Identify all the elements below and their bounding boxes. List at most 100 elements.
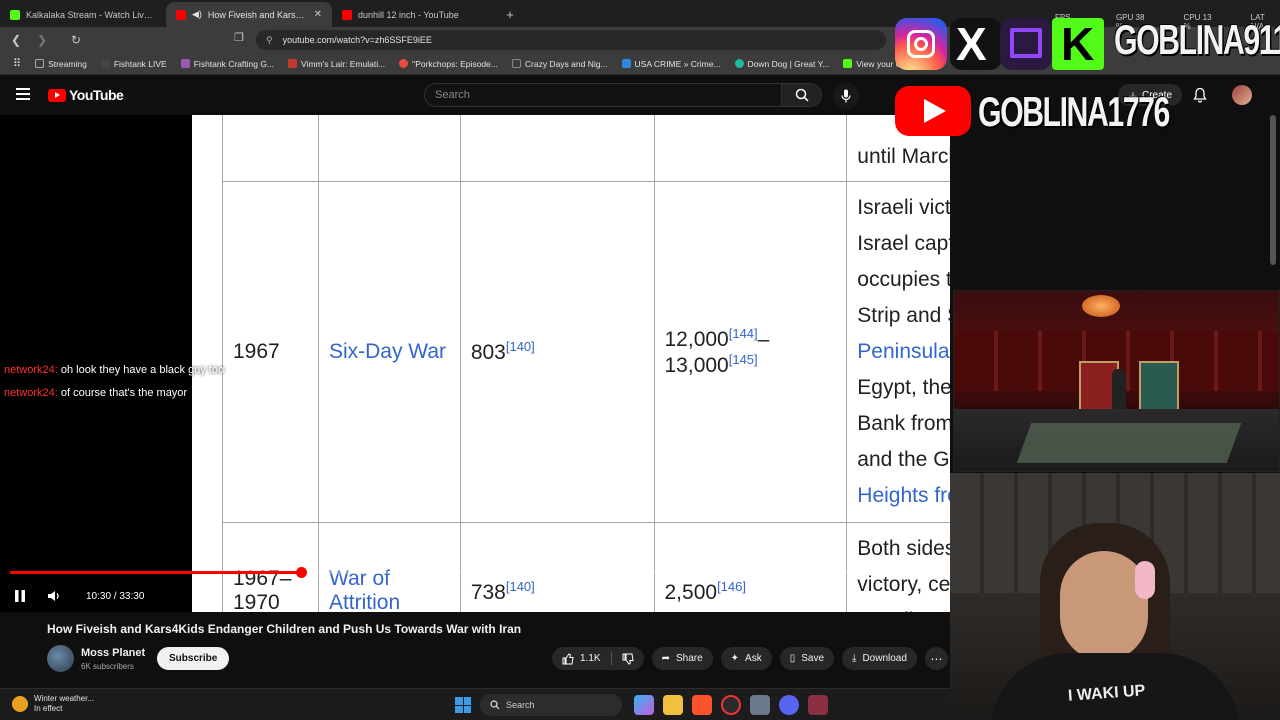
bookmark-fishtank-crafting[interactable]: Fishtank Crafting G... xyxy=(176,59,279,69)
year-cell: 1967 xyxy=(222,181,319,523)
reload-icon[interactable]: ↻ xyxy=(66,30,86,50)
brave-browser-icon[interactable] xyxy=(692,695,712,715)
reference-link[interactable]: [140] xyxy=(506,339,535,354)
youtube-play-icon xyxy=(48,88,66,102)
microphone-icon xyxy=(841,89,851,103)
like-button[interactable]: 1.1K xyxy=(552,647,611,670)
bookmark-fishtank-live[interactable]: Fishtank LIVE xyxy=(96,59,172,69)
search-button[interactable] xyxy=(782,83,822,107)
reference-link[interactable]: [145] xyxy=(729,352,758,367)
vimm-icon xyxy=(288,59,298,68)
video-frame-wikipedia-table: until March 1957 1967 Six-Day War 803[14… xyxy=(192,115,950,612)
more-options-icon[interactable]: ⋯ xyxy=(924,647,948,670)
copilot-icon[interactable] xyxy=(634,695,654,715)
save-button[interactable]: ▯ Save xyxy=(779,647,835,670)
file-explorer-icon[interactable] xyxy=(663,695,683,715)
thumbs-up-icon xyxy=(562,652,574,664)
pause-button[interactable] xyxy=(6,582,34,610)
channel-name[interactable]: Moss Planet xyxy=(81,647,145,659)
subscribe-button[interactable]: Subscribe xyxy=(157,647,230,670)
address-bar[interactable]: ⚲ youtube.com/watch?v=zh6SSFE9iEE xyxy=(256,30,886,50)
browser-tab-dunhill[interactable]: dunhill 12 inch - YouTube xyxy=(332,2,498,27)
obs-icon[interactable] xyxy=(721,695,741,715)
video-actions: 1.1K ➦ Share ✦ Ask ▯ Save ⤓ Download ⋯ xyxy=(552,647,948,670)
back-icon[interactable]: ❮ xyxy=(6,30,26,50)
weather-alert-icon xyxy=(12,696,28,712)
windows-start-icon[interactable] xyxy=(455,697,471,713)
game-capture-feed xyxy=(953,290,1280,472)
settings-icon[interactable] xyxy=(750,695,770,715)
handle-goblina1776: GOBLINA1776 xyxy=(978,88,1170,135)
discord-icon[interactable] xyxy=(779,695,799,715)
dislike-button[interactable] xyxy=(612,647,644,670)
twitch-icon xyxy=(1000,18,1052,70)
bookmark-down-dog[interactable]: Down Dog | Great Y... xyxy=(730,59,835,69)
page-icon xyxy=(511,59,521,68)
tab-title: Kalkalaka Stream - Watch Live on Kick xyxy=(26,9,156,20)
bookmark-icon[interactable]: ❐ xyxy=(234,31,244,44)
tab-title: dunhill 12 inch - YouTube xyxy=(358,9,459,20)
headphone-shape xyxy=(1135,561,1155,599)
volume-icon xyxy=(48,591,59,601)
bookmark-porkchops[interactable]: "Porkchops: Episode... xyxy=(394,59,503,69)
handle-goblina911: GOBLINA911 xyxy=(1114,16,1280,63)
casualties-cell: 803[140] xyxy=(459,181,655,523)
tab-title: How Fiveish and Kars4Kids Endanger Child… xyxy=(207,9,308,20)
folder-icon xyxy=(35,59,45,68)
bookmark-icon: ▯ xyxy=(789,653,796,664)
video-player[interactable]: until March 1957 1967 Six-Day War 803[14… xyxy=(0,115,950,612)
taskbar-apps xyxy=(634,695,828,715)
table-row: 1967 Six-Day War 803[140] 12,000[144]– 13… xyxy=(222,181,950,523)
bookmark-crazy-days[interactable]: Crazy Days and Nig... xyxy=(507,59,613,69)
video-title: How Fiveish and Kars4Kids Endanger Child… xyxy=(47,622,522,636)
reference-link[interactable]: [144] xyxy=(729,326,758,341)
site-info-icon[interactable]: ⚲ xyxy=(266,35,273,46)
lamp-shape xyxy=(1082,295,1120,317)
youtube-favicon-icon xyxy=(176,9,186,20)
share-arrow-icon: ➦ xyxy=(661,653,670,664)
search-icon xyxy=(795,88,809,102)
browser-tab-youtube-active[interactable]: ◀) How Fiveish and Kars4Kids Endanger Ch… xyxy=(166,2,332,27)
apps-grid-icon[interactable]: ⠿ xyxy=(8,57,26,70)
download-button[interactable]: ⤓ Download xyxy=(842,647,917,670)
ask-button[interactable]: ✦ Ask xyxy=(720,647,772,670)
webcam-feed: I WAKI UP xyxy=(950,473,1280,720)
channel-avatar[interactable] xyxy=(47,645,74,672)
war-link[interactable]: Six-Day War xyxy=(317,181,461,523)
voice-search-button[interactable] xyxy=(833,83,859,109)
volume-button[interactable] xyxy=(40,582,68,610)
podcast-icon xyxy=(399,59,409,68)
scrubber-handle[interactable] xyxy=(296,567,307,578)
app-icon[interactable] xyxy=(808,695,828,715)
bookmark-usa-crime[interactable]: USA CRIME » Crime... xyxy=(617,59,726,69)
weather-widget[interactable]: Winter weather... In effect xyxy=(12,694,94,714)
bookmark-vimms-lair[interactable]: Vimm's Lair: Emulati... xyxy=(283,59,390,69)
progress-bar[interactable] xyxy=(10,567,940,578)
forward-icon[interactable]: ❯ xyxy=(32,30,52,50)
browser-tab-kick[interactable]: Kalkalaka Stream - Watch Live on Kick xyxy=(0,2,166,27)
chat-overlay: network24: oh look they have a black guy… xyxy=(4,359,304,405)
new-tab-button[interactable]: + xyxy=(498,2,522,27)
audio-playing-icon: ◀) xyxy=(192,9,202,19)
taskbar-search[interactable]: Search xyxy=(480,694,622,716)
menu-icon[interactable] xyxy=(16,88,30,100)
notifications-button[interactable] xyxy=(1190,85,1210,105)
youtube-favicon-icon xyxy=(342,9,352,20)
yoga-icon xyxy=(734,59,744,68)
kick-favicon-icon xyxy=(10,9,20,20)
search-input[interactable]: Search xyxy=(424,83,782,107)
windows-taskbar: Winter weather... In effect Search xyxy=(0,688,950,720)
result-cell: until March 1957 xyxy=(857,145,950,168)
youtube-logo[interactable]: YouTube xyxy=(48,87,124,103)
close-tab-icon[interactable]: ✕ xyxy=(314,9,322,20)
table-row: until March 1957 xyxy=(222,115,950,182)
youtube-icon xyxy=(895,86,971,136)
time-display: 10:30 / 33:30 xyxy=(74,584,157,608)
kick-icon: K xyxy=(1052,18,1104,70)
chat-message: network24: of course that's the mayor xyxy=(4,387,188,399)
bookmark-streaming[interactable]: Streaming xyxy=(30,59,92,69)
download-icon: ⤓ xyxy=(852,653,857,664)
share-button[interactable]: ➦ Share xyxy=(651,647,713,670)
page-scrollbar[interactable] xyxy=(1270,115,1276,265)
account-avatar[interactable] xyxy=(1232,85,1252,105)
